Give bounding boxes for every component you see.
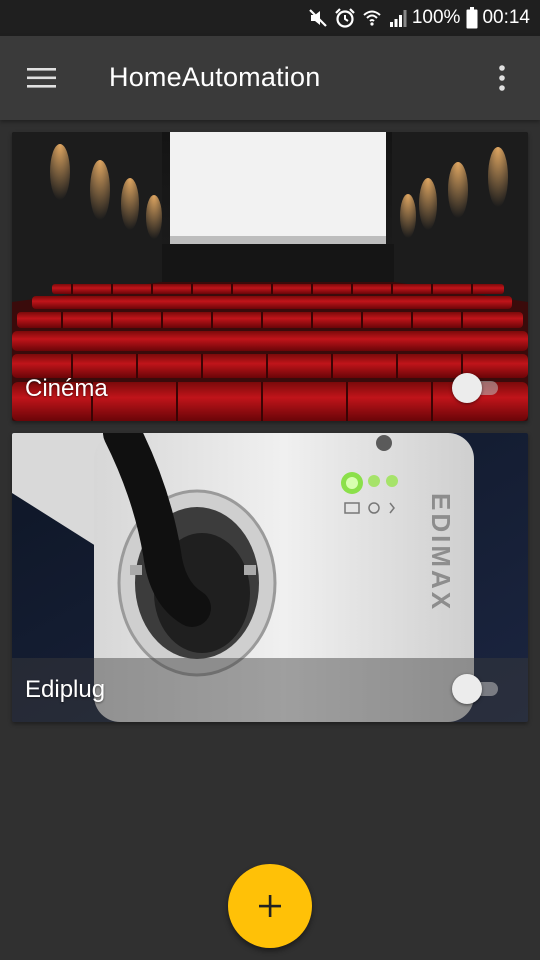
switch-thumb bbox=[452, 373, 482, 403]
hamburger-menu-button[interactable] bbox=[18, 54, 66, 102]
device-card-ediplug[interactable]: EDIMAX Ediplug bbox=[12, 433, 528, 722]
app-title: HomeAutomation bbox=[109, 62, 321, 92]
status-bar: 100% 00:14 bbox=[0, 0, 540, 36]
battery-icon bbox=[466, 6, 478, 30]
svg-text:EDIMAX: EDIMAX bbox=[426, 493, 456, 612]
add-device-fab[interactable] bbox=[228, 864, 312, 948]
device-label: Cinéma bbox=[25, 375, 108, 402]
overflow-menu-button[interactable] bbox=[478, 54, 526, 102]
device-card-cinema[interactable]: Cinéma bbox=[12, 132, 528, 421]
hamburger-menu-icon bbox=[27, 68, 56, 88]
signal-icon bbox=[388, 6, 408, 30]
overflow-menu-icon bbox=[499, 65, 505, 91]
device-label: Ediplug bbox=[25, 676, 106, 703]
add-icon bbox=[259, 895, 281, 917]
app-bar: HomeAutomation bbox=[0, 36, 540, 120]
alarm-icon bbox=[334, 6, 356, 30]
mute-icon bbox=[308, 6, 328, 30]
wifi-icon bbox=[362, 6, 382, 30]
switch-thumb bbox=[452, 674, 482, 704]
clock: 00:14 bbox=[482, 7, 530, 28]
device-switch-ediplug[interactable] bbox=[452, 674, 500, 704]
battery-percentage: 100% bbox=[411, 7, 461, 28]
device-switch-cinema[interactable] bbox=[452, 373, 500, 403]
